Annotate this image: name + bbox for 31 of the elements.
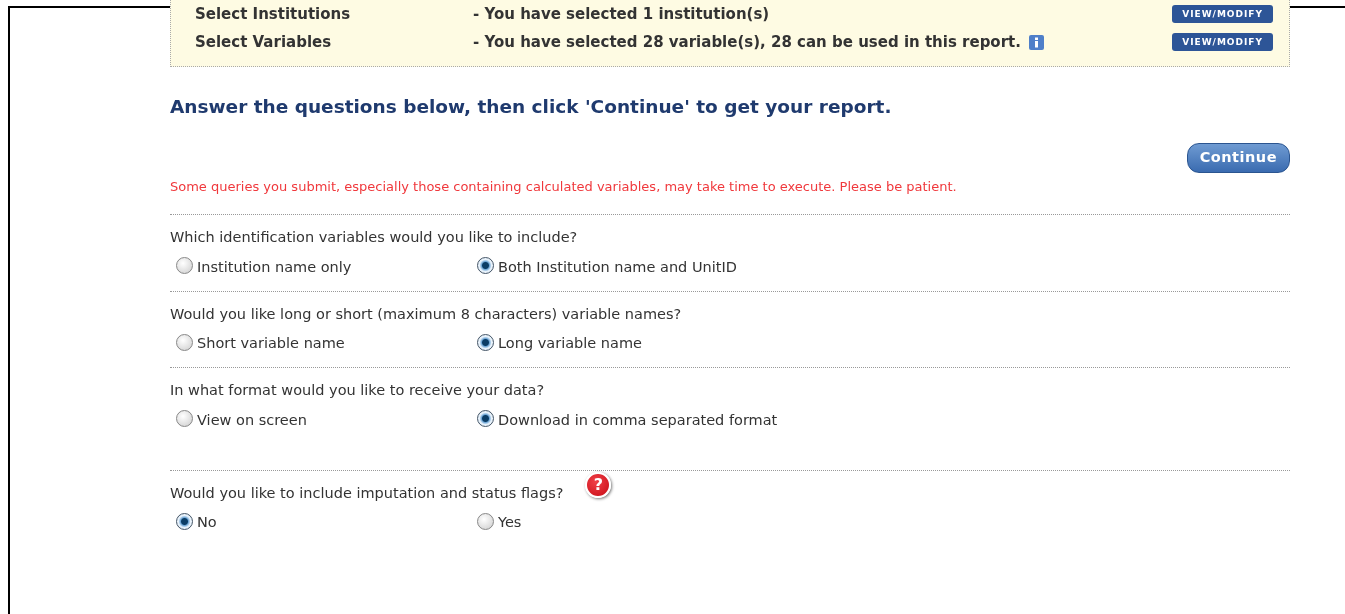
summary-label: Select Variables [195,31,333,53]
info-icon[interactable] [1028,34,1044,50]
help-icon[interactable]: ? [585,472,612,499]
radio-button[interactable] [176,512,193,530]
radio-button[interactable] [477,512,494,530]
radio-button[interactable] [477,333,494,351]
option-label[interactable]: Download in comma separated format [498,409,778,432]
option-label[interactable]: Both Institution name and UnitID [498,256,737,279]
warning-message: Some queries you submit, especially those containing calculated variables, may take time to execute. Please be patient. [170,177,958,196]
question-text: In what format would you like to receive your data? [170,381,545,400]
option-label[interactable]: Yes [498,512,522,534]
view-modify-button[interactable]: VIEW/MODIFY [1172,33,1273,51]
radio-button[interactable] [477,410,494,428]
radio-button[interactable] [477,257,494,275]
summary-text: - You have selected 28 variable(s), 28 can be used in this report. [473,31,1021,53]
option-label[interactable]: Institution name only [197,256,352,279]
option-label[interactable]: Long variable name [498,333,642,355]
radio-button[interactable] [176,257,193,275]
radio-button[interactable] [176,410,193,428]
summary-text: - You have selected 1 institution(s) [473,3,770,25]
option-label[interactable]: View on screen [197,409,307,432]
summary-label: Select Institutions [195,3,352,25]
question-text: Would you like to include imputation and status flags? [170,483,564,503]
continue-button[interactable]: Continue [1186,142,1290,173]
question-text: Would you like long or short (maximum 8 characters) variable names? [170,304,682,324]
option-label[interactable]: Short variable name [197,333,345,355]
view-modify-button[interactable]: VIEW/MODIFY [1172,5,1273,23]
page-heading: Answer the questions below, then click 'Continue' to get your report. [170,95,893,119]
option-label[interactable]: No [197,512,217,534]
question-text: Which identification variables would you like to include? [170,228,578,247]
radio-button[interactable] [176,333,193,351]
